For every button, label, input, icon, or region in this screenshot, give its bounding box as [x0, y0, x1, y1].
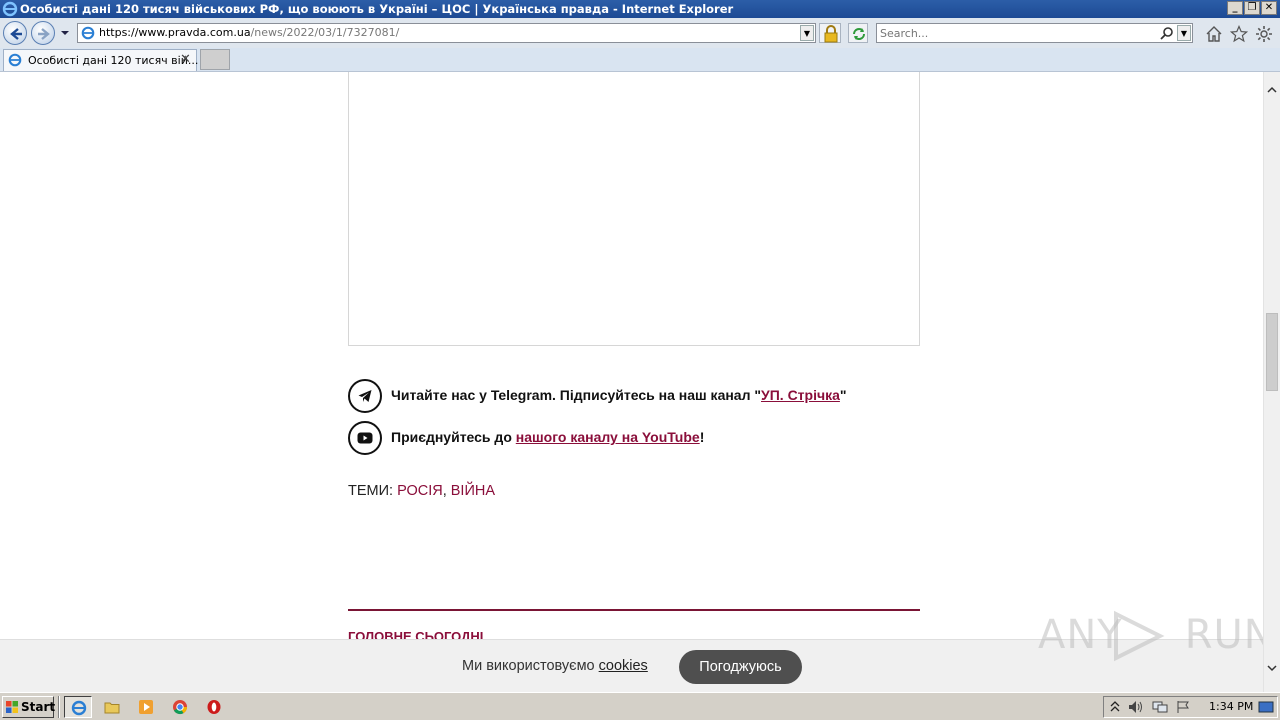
chrome-icon	[173, 700, 188, 715]
youtube-icon[interactable]	[348, 421, 382, 455]
cookie-text: Ми використовуємо cookies	[462, 658, 648, 674]
page-favicon-icon	[81, 26, 95, 40]
youtube-text: Приєднуйтесь до нашого каналу на YouTube…	[391, 429, 704, 445]
history-dropdown-icon[interactable]	[60, 28, 70, 38]
settings-gear-icon[interactable]	[1255, 25, 1273, 43]
watermark-right: RUN	[1184, 612, 1275, 658]
taskbar-clock[interactable]: 1:34 PM	[1209, 697, 1253, 717]
action-center-flag-icon[interactable]	[1176, 700, 1192, 714]
topic-link-russia[interactable]: РОСІЯ	[397, 483, 443, 499]
start-label: Start	[21, 700, 56, 714]
scroll-down-icon[interactable]	[1267, 664, 1277, 672]
home-icon[interactable]	[1205, 25, 1223, 43]
taskbar-chrome[interactable]	[166, 696, 194, 718]
section-divider	[348, 609, 920, 611]
back-arrow-icon	[10, 28, 22, 40]
address-url: https://www.pravda.com.ua/news/2022/03/1…	[99, 24, 399, 42]
forward-arrow-icon	[38, 28, 50, 40]
scrollbar-thumb[interactable]	[1266, 313, 1278, 391]
youtube-text-after: !	[699, 429, 705, 445]
play-logo-icon	[1114, 610, 1165, 662]
search-dropdown-icon[interactable]: ▼	[1177, 25, 1191, 41]
taskbar: Start 1:34 PM	[0, 692, 1280, 720]
taskbar-opera[interactable]	[200, 696, 228, 718]
window-title-bar: Особисті дані 120 тисяч військових РФ, щ…	[0, 0, 1280, 18]
tab-active[interactable]: Особисті дані 120 тисяч вій... ✕	[3, 49, 199, 71]
forward-button[interactable]	[31, 21, 55, 45]
taskbar-internet-explorer[interactable]	[64, 696, 92, 718]
telegram-text: Читайте нас у Telegram. Підписуйтесь на …	[391, 387, 847, 403]
article-topics: ТЕМИ: РОСІЯ, ВІЙНА	[348, 483, 495, 499]
screen: Особисті дані 120 тисяч військових РФ, щ…	[0, 0, 1280, 720]
topic-link-war[interactable]: ВІЙНА	[451, 483, 495, 499]
tab-favicon-icon	[8, 53, 22, 67]
address-dropdown-icon[interactable]: ▼	[800, 25, 814, 41]
anyrun-watermark: ANY RUN	[1038, 610, 1275, 662]
taskbar-separator	[58, 696, 60, 718]
topics-label: ТЕМИ:	[348, 483, 394, 499]
tab-close-icon[interactable]: ✕	[180, 53, 192, 67]
web-page: Читайте нас у Telegram. Підписуйтесь на …	[0, 72, 1263, 692]
embedded-content-frame	[348, 72, 920, 346]
youtube-text-before: Приєднуйтесь до	[391, 429, 516, 445]
telegram-channel-link[interactable]: УП. Стрічка	[761, 387, 840, 403]
lock-icon	[824, 25, 838, 43]
favorites-star-icon[interactable]	[1230, 25, 1248, 43]
tray-expand-icon[interactable]	[1110, 700, 1120, 714]
search-input[interactable]	[880, 25, 1150, 41]
telegram-text-after: "	[839, 387, 847, 403]
taskbar-media-player[interactable]	[132, 696, 160, 718]
topics-separator: ,	[442, 483, 451, 499]
search-box[interactable]: ▼	[876, 23, 1193, 43]
network-icon[interactable]	[1152, 700, 1168, 714]
youtube-channel-link[interactable]: нашого каналу на YouTube	[516, 429, 700, 445]
cookies-link[interactable]: cookies	[599, 658, 648, 674]
volume-icon[interactable]	[1128, 700, 1144, 714]
internet-explorer-icon	[2, 1, 18, 17]
vertical-scrollbar[interactable]	[1263, 72, 1280, 692]
folder-icon	[104, 702, 120, 714]
start-button[interactable]: Start	[2, 696, 56, 718]
windows-flag-icon	[6, 701, 18, 713]
show-desktop-icon[interactable]	[1258, 700, 1274, 714]
opera-icon	[207, 700, 221, 714]
internet-explorer-icon	[71, 700, 87, 716]
url-path: /news/2022/03/1/7327081/	[250, 26, 400, 39]
refresh-icon	[853, 28, 865, 40]
search-icon[interactable]	[1160, 26, 1174, 40]
taskbar-file-explorer[interactable]	[98, 696, 126, 718]
window-title: Особисті дані 120 тисяч військових РФ, щ…	[20, 2, 734, 16]
back-button[interactable]	[3, 21, 27, 45]
telegram-text-before: Читайте нас у Telegram. Підписуйтесь на …	[391, 387, 762, 403]
telegram-icon[interactable]	[348, 379, 382, 413]
close-button[interactable]: ✕	[1261, 1, 1277, 15]
scroll-up-icon[interactable]	[1267, 86, 1277, 94]
url-host: https://www.pravda.com.ua	[99, 26, 251, 39]
refresh-button[interactable]	[848, 23, 868, 43]
tab-title: Особисті дані 120 тисяч вій...	[28, 54, 199, 67]
address-bar[interactable]: https://www.pravda.com.ua/news/2022/03/1…	[77, 23, 816, 43]
tab-strip: Особисті дані 120 тисяч вій... ✕	[0, 48, 1280, 72]
media-player-icon	[139, 700, 153, 714]
minimize-button[interactable]: _	[1227, 1, 1243, 15]
accept-cookies-button[interactable]: Погоджуюсь	[679, 650, 802, 684]
security-lock-button[interactable]	[819, 23, 841, 43]
cookie-message: Ми використовуємо	[462, 658, 599, 674]
restore-button[interactable]: ❐	[1244, 1, 1260, 15]
new-tab-button[interactable]	[200, 49, 230, 70]
system-tray: 1:34 PM	[1103, 696, 1278, 718]
